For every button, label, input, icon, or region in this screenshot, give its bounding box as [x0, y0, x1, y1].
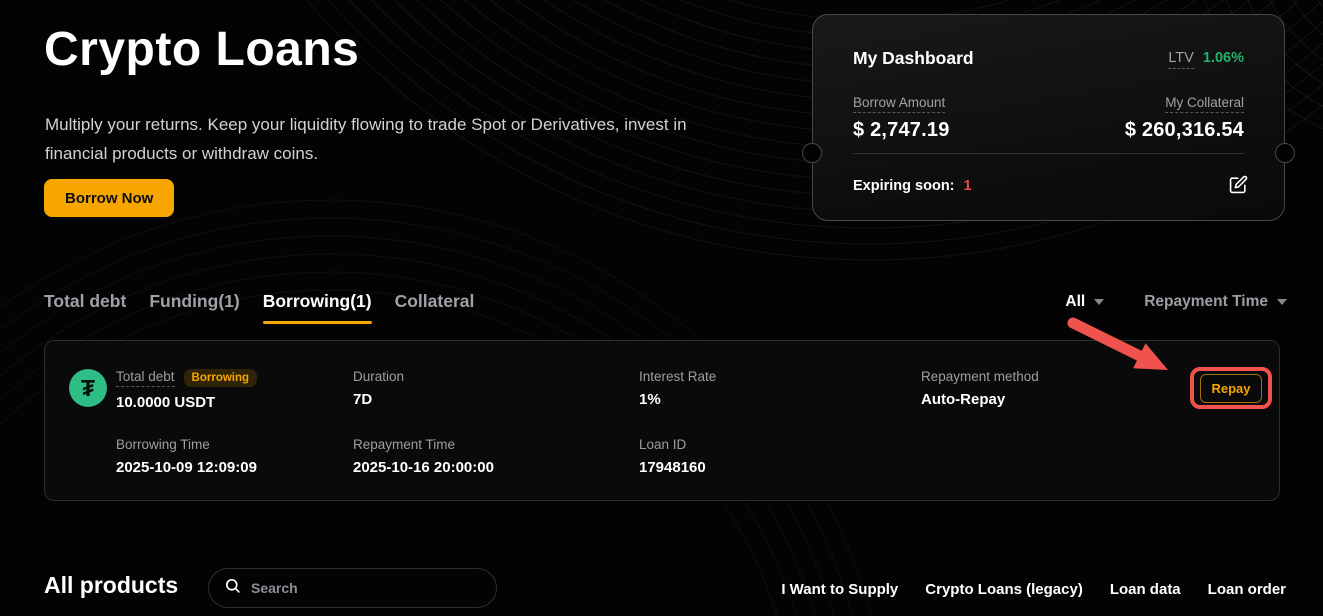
borrow-amount-value: $ 2,747.19: [853, 119, 950, 142]
duration-field: Duration 7D: [353, 369, 404, 408]
duration-label: Duration: [353, 369, 404, 384]
borrow-now-button[interactable]: Borrow Now: [44, 179, 174, 217]
list-filters: All Repayment Time: [1065, 293, 1287, 311]
tab-collateral[interactable]: Collateral: [395, 291, 475, 324]
repayment-method-label: Repayment method: [921, 369, 1039, 384]
tab-active-underline: [263, 321, 372, 325]
collateral-label: My Collateral: [1165, 95, 1244, 113]
borrowing-time-value: 2025-10-09 12:09:09: [116, 459, 257, 476]
borrow-amount-label: Borrow Amount: [853, 95, 945, 113]
all-products-heading: All products: [44, 572, 178, 599]
loan-id-label: Loan ID: [639, 437, 686, 452]
total-debt-value: 10.0000 USDT: [116, 394, 257, 411]
expiring-soon-label: Expiring soon:: [853, 178, 955, 194]
ltv-value: 1.06%: [1203, 50, 1244, 66]
repayment-method-value: Auto-Repay: [921, 391, 1039, 408]
collateral-value: $ 260,316.54: [1125, 119, 1244, 142]
collateral-block: My Collateral $ 260,316.54: [1125, 95, 1244, 142]
subtitle-line-2: financial products or withdraw coins.: [45, 144, 318, 163]
edit-icon: [1229, 182, 1248, 197]
asset-filter-dropdown[interactable]: All: [1065, 293, 1104, 311]
link-i-want-to-supply[interactable]: I Want to Supply: [781, 581, 898, 598]
interest-rate-value: 1%: [639, 391, 716, 408]
borrowing-loan-row: ₮ Total debt Borrowing 10.0000 USDT Dura…: [44, 340, 1280, 501]
borrow-amount-block: Borrow Amount $ 2,747.19: [853, 95, 950, 142]
repayment-time-field: Repayment Time 2025-10-16 20:00:00: [353, 437, 494, 476]
search-icon: [224, 577, 241, 599]
product-nav-links: I Want to Supply Crypto Loans (legacy) L…: [781, 581, 1286, 598]
repayment-time-label: Repayment Time: [353, 437, 455, 452]
card-notch-right: [1275, 143, 1295, 163]
loan-tabs: Total debt Funding(1) Borrowing(1) Colla…: [44, 291, 474, 324]
subtitle-line-1: Multiply your returns. Keep your liquidi…: [45, 115, 687, 134]
annotation-highlight-box: Repay: [1190, 367, 1272, 409]
repayment-time-value: 2025-10-16 20:00:00: [353, 459, 494, 476]
link-loan-data[interactable]: Loan data: [1110, 581, 1181, 598]
link-loan-order[interactable]: Loan order: [1208, 581, 1286, 598]
borrowing-time-label: Borrowing Time: [116, 437, 210, 452]
my-dashboard-card: My Dashboard LTV 1.06% Borrow Amount $ 2…: [812, 14, 1285, 221]
page-subtitle: Multiply your returns. Keep your liquidi…: [45, 110, 687, 168]
ltv-indicator: LTV 1.06%: [1168, 50, 1244, 66]
interest-rate-field: Interest Rate 1%: [639, 369, 716, 408]
duration-value: 7D: [353, 391, 404, 408]
page-title: Crypto Loans: [44, 22, 359, 77]
repay-button[interactable]: Repay: [1200, 374, 1262, 403]
interest-rate-label: Interest Rate: [639, 369, 716, 384]
search-input[interactable]: [251, 580, 471, 596]
tether-icon: ₮: [69, 369, 107, 407]
dashboard-divider: [853, 153, 1244, 154]
chevron-down-icon: [1094, 299, 1104, 305]
loan-id-value: 17948160: [639, 459, 706, 476]
tab-total-debt[interactable]: Total debt: [44, 291, 126, 324]
status-badge: Borrowing: [184, 369, 258, 387]
dashboard-title: My Dashboard: [853, 48, 974, 69]
link-crypto-loans-legacy[interactable]: Crypto Loans (legacy): [925, 581, 1083, 598]
edit-dashboard-button[interactable]: [1227, 173, 1250, 199]
repayment-method-field: Repayment method Auto-Repay: [921, 369, 1039, 408]
total-debt-label: Total debt: [116, 369, 175, 387]
card-notch-left: [802, 143, 822, 163]
sort-filter-dropdown[interactable]: Repayment Time: [1144, 293, 1287, 311]
total-debt-field: Total debt Borrowing 10.0000 USDT: [116, 369, 257, 411]
tab-funding[interactable]: Funding(1): [149, 291, 239, 324]
borrowing-time-field: Borrowing Time 2025-10-09 12:09:09: [116, 437, 257, 476]
expiring-soon-count: 1: [964, 178, 972, 194]
ltv-label: LTV: [1168, 50, 1194, 69]
loan-id-field: Loan ID 17948160: [639, 437, 706, 476]
expiring-soon-status: Expiring soon: 1: [853, 178, 972, 194]
tab-borrowing[interactable]: Borrowing(1): [263, 291, 372, 324]
product-search[interactable]: [208, 568, 497, 608]
chevron-down-icon: [1277, 299, 1287, 305]
